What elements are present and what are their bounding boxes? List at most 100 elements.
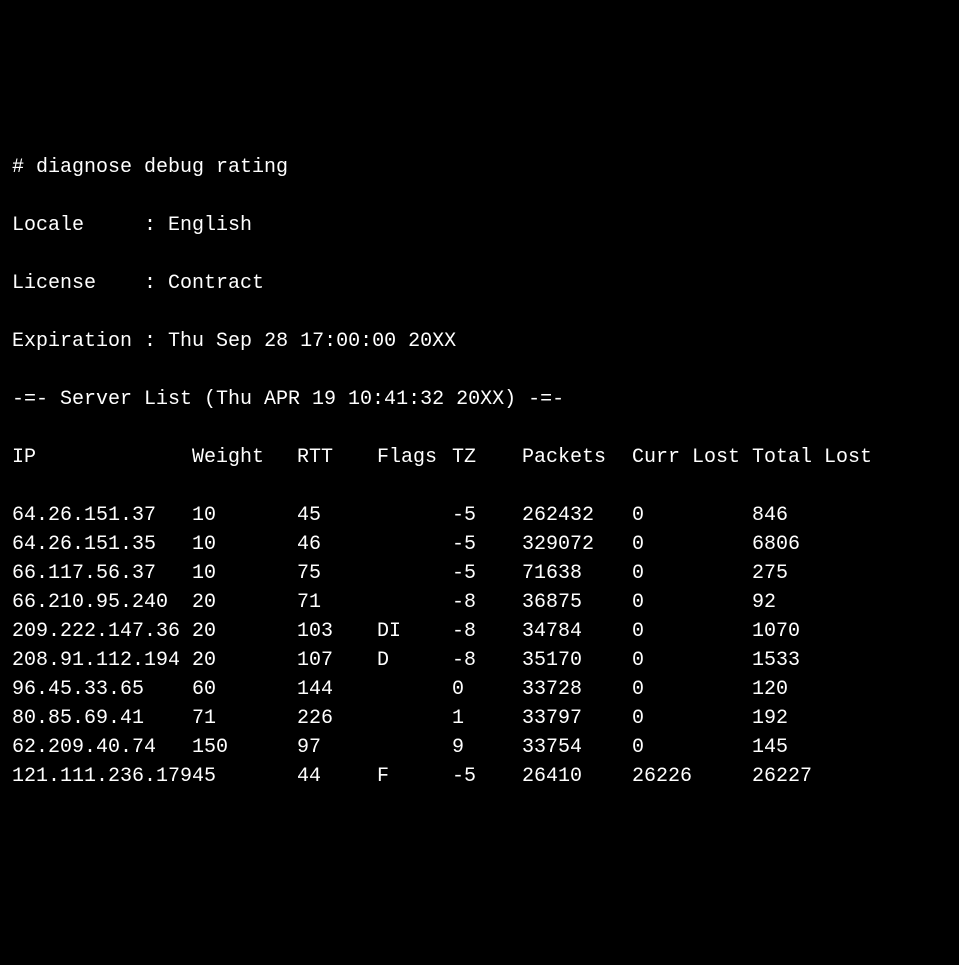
cell-packets: 35170: [522, 646, 632, 675]
cell-ip: 64.26.151.37: [12, 501, 192, 530]
cell-tz: 1: [452, 704, 522, 733]
table-row: 121.111.236.1794544F-5264102622626227: [12, 762, 947, 791]
cell-flags: F: [377, 762, 452, 791]
table-row: 62.209.40.74150979337540145: [12, 733, 947, 762]
locale-value: English: [168, 214, 252, 237]
cell-packets: 33754: [522, 733, 632, 762]
terminal-output: # diagnose debug rating Locale : English…: [12, 124, 947, 820]
cell-curr-lost: 0: [632, 588, 752, 617]
cell-total-lost: 6806: [752, 530, 882, 559]
cell-weight: 10: [192, 530, 297, 559]
cell-ip: 209.222.147.36: [12, 617, 192, 646]
cell-packets: 329072: [522, 530, 632, 559]
cell-flags: [377, 588, 452, 617]
col-header-tz: TZ: [452, 443, 522, 472]
cell-total-lost: 26227: [752, 762, 882, 791]
cell-tz: -5: [452, 530, 522, 559]
expiration-label: Expiration: [12, 330, 132, 353]
cell-curr-lost: 0: [632, 530, 752, 559]
cell-ip: 96.45.33.65: [12, 675, 192, 704]
table-row: 96.45.33.65601440337280120: [12, 675, 947, 704]
table-row: 80.85.69.4171226 1337970192: [12, 704, 947, 733]
cell-ip: 208.91.112.194: [12, 646, 192, 675]
cell-packets: 33728: [522, 675, 632, 704]
cell-weight: 20: [192, 646, 297, 675]
cell-packets: 34784: [522, 617, 632, 646]
expiration-line: Expiration : Thu Sep 28 17:00:00 20XX: [12, 327, 947, 356]
cell-total-lost: 1070: [752, 617, 882, 646]
cell-tz: 9: [452, 733, 522, 762]
cell-curr-lost: 26226: [632, 762, 752, 791]
cell-rtt: 97: [297, 733, 377, 762]
cell-flags: DI: [377, 617, 452, 646]
table-header: IPWeightRTTFlagsTZPacketsCurr LostTotal …: [12, 443, 947, 472]
cell-weight: 150: [192, 733, 297, 762]
cell-tz: -5: [452, 762, 522, 791]
col-header-curr-lost: Curr Lost: [632, 443, 752, 472]
command-line: # diagnose debug rating: [12, 153, 947, 182]
col-header-ip: IP: [12, 443, 192, 472]
col-header-packets: Packets: [522, 443, 632, 472]
license-value: Contract: [168, 272, 264, 295]
cell-packets: 26410: [522, 762, 632, 791]
cell-rtt: 46: [297, 530, 377, 559]
cell-total-lost: 120: [752, 675, 882, 704]
cell-curr-lost: 0: [632, 675, 752, 704]
cell-curr-lost: 0: [632, 704, 752, 733]
cell-weight: 20: [192, 617, 297, 646]
cell-ip: 64.26.151.35: [12, 530, 192, 559]
col-header-flags: Flags: [377, 443, 452, 472]
cell-ip: 66.210.95.240: [12, 588, 192, 617]
cell-curr-lost: 0: [632, 501, 752, 530]
cell-packets: 36875: [522, 588, 632, 617]
table-body: 64.26.151.371045-5262432084664.26.151.35…: [12, 501, 947, 791]
cell-flags: [377, 704, 452, 733]
cell-curr-lost: 0: [632, 733, 752, 762]
cell-rtt: 44: [297, 762, 377, 791]
license-label: License: [12, 272, 96, 295]
server-list-header: -=- Server List (Thu APR 19 10:41:32 20X…: [12, 385, 947, 414]
cell-flags: [377, 675, 452, 704]
cell-packets: 33797: [522, 704, 632, 733]
locale-line: Locale : English: [12, 211, 947, 240]
cell-tz: -8: [452, 588, 522, 617]
cell-tz: -8: [452, 617, 522, 646]
locale-label: Locale: [12, 214, 84, 237]
cell-packets: 262432: [522, 501, 632, 530]
cell-rtt: 103: [297, 617, 377, 646]
cell-total-lost: 846: [752, 501, 882, 530]
table-row: 66.210.95.2402071-836875092: [12, 588, 947, 617]
cell-rtt: 144: [297, 675, 377, 704]
cell-weight: 45: [192, 762, 297, 791]
table-row: 208.91.112.19420107D-83517001533: [12, 646, 947, 675]
col-header-rtt: RTT: [297, 443, 377, 472]
cell-ip: 80.85.69.41: [12, 704, 192, 733]
cell-tz: -8: [452, 646, 522, 675]
cell-flags: [377, 733, 452, 762]
cell-rtt: 107: [297, 646, 377, 675]
table-row: 64.26.151.371045-52624320846: [12, 501, 947, 530]
cell-flags: D: [377, 646, 452, 675]
col-header-total-lost: Total Lost: [752, 443, 882, 472]
cell-rtt: 45: [297, 501, 377, 530]
table-row: 64.26.151.351046 -532907206806: [12, 530, 947, 559]
cell-weight: 71: [192, 704, 297, 733]
cell-total-lost: 145: [752, 733, 882, 762]
cell-tz: -5: [452, 501, 522, 530]
cell-weight: 20: [192, 588, 297, 617]
cell-total-lost: 192: [752, 704, 882, 733]
col-header-weight: Weight: [192, 443, 297, 472]
cell-curr-lost: 0: [632, 617, 752, 646]
table-row: 209.222.147.3620103DI-83478401070: [12, 617, 947, 646]
cell-curr-lost: 0: [632, 646, 752, 675]
cell-total-lost: 1533: [752, 646, 882, 675]
cell-weight: 60: [192, 675, 297, 704]
license-line: License : Contract: [12, 269, 947, 298]
cell-flags: [377, 501, 452, 530]
cell-ip: 121.111.236.179: [12, 762, 192, 791]
cell-flags: [377, 530, 452, 559]
expiration-value: Thu Sep 28 17:00:00 20XX: [168, 330, 456, 353]
cell-tz: 0: [452, 675, 522, 704]
cell-rtt: 226: [297, 704, 377, 733]
cell-total-lost: 92: [752, 588, 882, 617]
